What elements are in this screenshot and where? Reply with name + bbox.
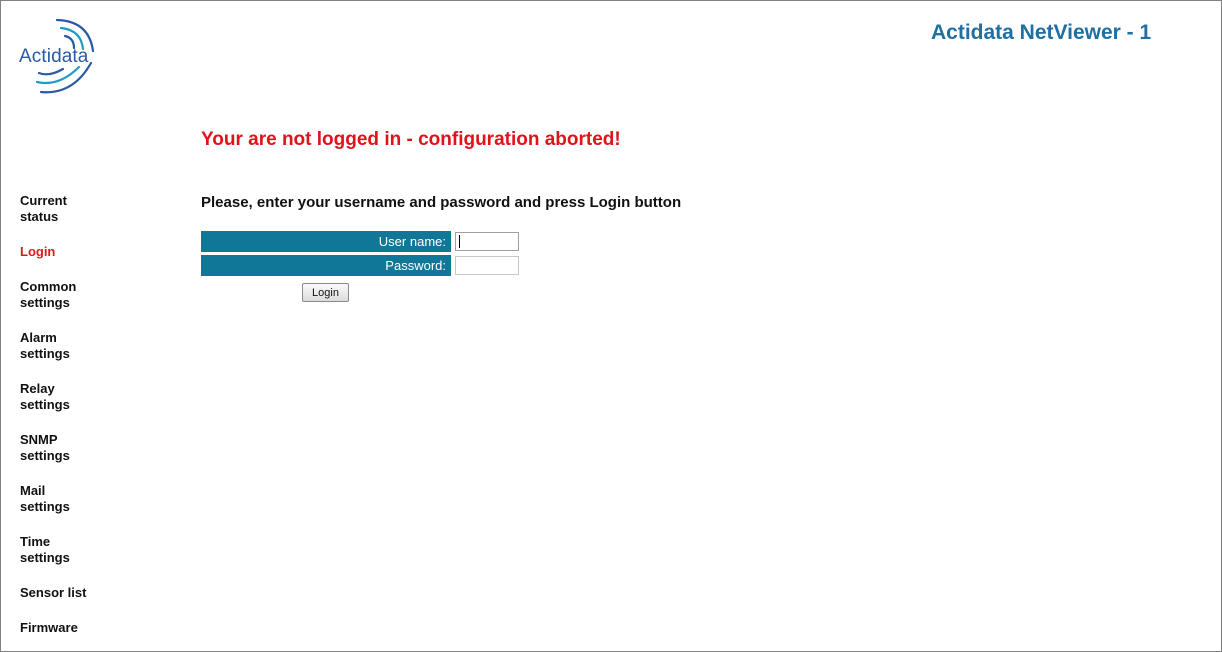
username-label: User name: (201, 231, 451, 252)
sidebar-nav: Current status Login Common settings Ala… (20, 193, 100, 651)
sidebar-item-login[interactable]: Login (20, 244, 92, 260)
logo-text: Actidata (19, 46, 89, 67)
sidebar-item-time-settings[interactable]: Time settings (20, 534, 92, 566)
password-row: Password: (201, 255, 521, 276)
sidebar-item-sensor-list[interactable]: Sensor list (20, 585, 92, 601)
sidebar-item-mail-settings[interactable]: Mail settings (20, 483, 92, 515)
login-form: User name: Password: Login (201, 231, 521, 302)
password-cell (451, 255, 521, 276)
sidebar-item-snmp-settings[interactable]: SNMP settings (20, 432, 92, 464)
actidata-logo: Actidata (17, 15, 103, 99)
login-instructions: Please, enter your username and password… (201, 194, 682, 211)
text-caret (459, 235, 460, 248)
password-label: Password: (201, 255, 451, 276)
sidebar-item-firmware[interactable]: Firmware (20, 620, 92, 636)
login-button[interactable]: Login (302, 283, 349, 302)
sidebar-item-current-status[interactable]: Current status (20, 193, 92, 225)
password-input[interactable] (455, 256, 519, 275)
username-cell (451, 231, 521, 252)
error-message: Your are not logged in - configuration a… (201, 129, 621, 150)
sidebar-item-relay-settings[interactable]: Relay settings (20, 381, 92, 413)
sidebar-item-alarm-settings[interactable]: Alarm settings (20, 330, 92, 362)
username-row: User name: (201, 231, 521, 252)
page-title: Actidata NetViewer - 1 (931, 21, 1152, 44)
page-frame: Actidata Actidata NetViewer - 1 Your are… (0, 0, 1222, 652)
sidebar-item-common-settings[interactable]: Common settings (20, 279, 92, 311)
username-input[interactable] (455, 232, 519, 251)
